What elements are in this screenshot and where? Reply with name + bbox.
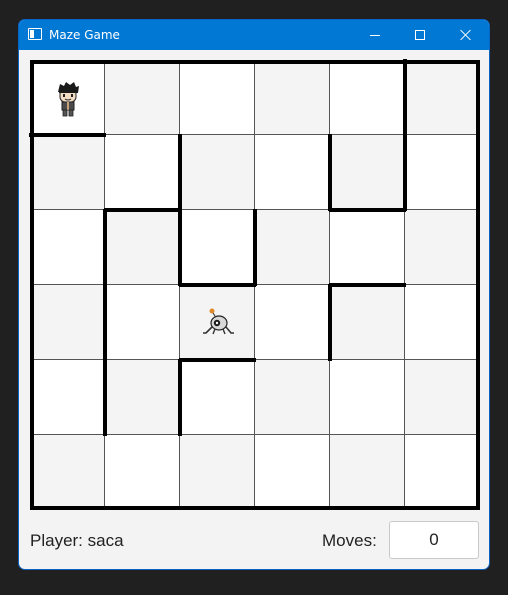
maze-cell-r1-c4[interactable] [330, 135, 405, 210]
minimize-button[interactable] [352, 20, 398, 50]
maze-cell-r3-c3[interactable] [255, 285, 330, 360]
maze-wall [179, 283, 256, 287]
maze-wall [178, 209, 182, 286]
maze-cell-r2-c3[interactable] [255, 210, 330, 285]
maze-outer-wall [30, 60, 34, 510]
maze-cell-r4-c0[interactable] [30, 360, 105, 435]
window-app-icon [28, 28, 42, 40]
maze-cell-r5-c3[interactable] [255, 435, 330, 510]
maze-outer-wall [476, 60, 480, 510]
maze-cell-r5-c2[interactable] [180, 435, 255, 510]
maze-board[interactable] [29, 59, 480, 510]
maze-wall [103, 284, 107, 361]
maze-wall [179, 358, 256, 362]
maze-cell-r4-c2[interactable] [180, 360, 255, 435]
maze-cell-r2-c0[interactable] [30, 210, 105, 285]
maze-wall [403, 134, 407, 211]
maze-cell-r5-c4[interactable] [330, 435, 405, 510]
moves-counter-field: 0 [389, 521, 479, 559]
player-character-icon [57, 81, 79, 116]
maze-cell-r2-c2[interactable] [180, 210, 255, 285]
player-name-label: Player: saca [30, 531, 124, 550]
maze-cell-r0-c1[interactable] [105, 60, 180, 135]
maze-cell-r1-c0[interactable] [30, 135, 105, 210]
close-icon [460, 29, 472, 41]
maze-cell-r5-c1[interactable] [105, 435, 180, 510]
title-bar[interactable]: Maze Game [19, 20, 489, 50]
maze-wall [178, 359, 182, 436]
maze-cell-r3-c5[interactable] [405, 285, 480, 360]
maze-wall [178, 134, 182, 211]
robot-goal-icon [202, 308, 234, 334]
maze-wall [103, 359, 107, 436]
maze-wall [103, 209, 107, 286]
maze-cell-r3-c4[interactable] [330, 285, 405, 360]
maze-wall [29, 133, 106, 137]
maze-outer-wall [30, 506, 480, 510]
maximize-icon [415, 30, 425, 40]
minimize-icon [370, 34, 380, 36]
maze-cell-r1-c1[interactable] [105, 135, 180, 210]
maze-cell-r1-c5[interactable] [405, 135, 480, 210]
maze-cell-r2-c4[interactable] [330, 210, 405, 285]
close-button[interactable] [443, 20, 489, 50]
maze-cell-r1-c2[interactable] [180, 135, 255, 210]
maze-cell-r0-c4[interactable] [330, 60, 405, 135]
maze-wall [328, 134, 332, 211]
maze-wall [403, 59, 407, 136]
maze-cell-r3-c0[interactable] [30, 285, 105, 360]
maze-cell-r3-c1[interactable] [105, 285, 180, 360]
maze-cell-r5-c5[interactable] [405, 435, 480, 510]
maze-wall [329, 283, 406, 287]
maze-wall [104, 208, 181, 212]
maze-cell-r2-c5[interactable] [405, 210, 480, 285]
window-title: Maze Game [49, 28, 120, 42]
maze-wall [329, 208, 406, 212]
maze-outer-wall [30, 60, 480, 64]
maze-cell-r4-c4[interactable] [330, 360, 405, 435]
moves-label: Moves: [322, 531, 377, 550]
maze-cell-r0-c5[interactable] [405, 60, 480, 135]
maze-cell-r0-c2[interactable] [180, 60, 255, 135]
maze-cell-r4-c3[interactable] [255, 360, 330, 435]
maze-cell-r0-c3[interactable] [255, 60, 330, 135]
maze-cell-r2-c1[interactable] [105, 210, 180, 285]
maze-game-window: Maze Game Player: saca Moves: 0 [18, 19, 490, 570]
maze-cell-r5-c0[interactable] [30, 435, 105, 510]
maze-cell-r1-c3[interactable] [255, 135, 330, 210]
maze-wall [253, 209, 257, 286]
maximize-button[interactable] [397, 20, 443, 50]
maze-cell-r4-c1[interactable] [105, 360, 180, 435]
maze-cell-r4-c5[interactable] [405, 360, 480, 435]
maze-wall [328, 284, 332, 361]
